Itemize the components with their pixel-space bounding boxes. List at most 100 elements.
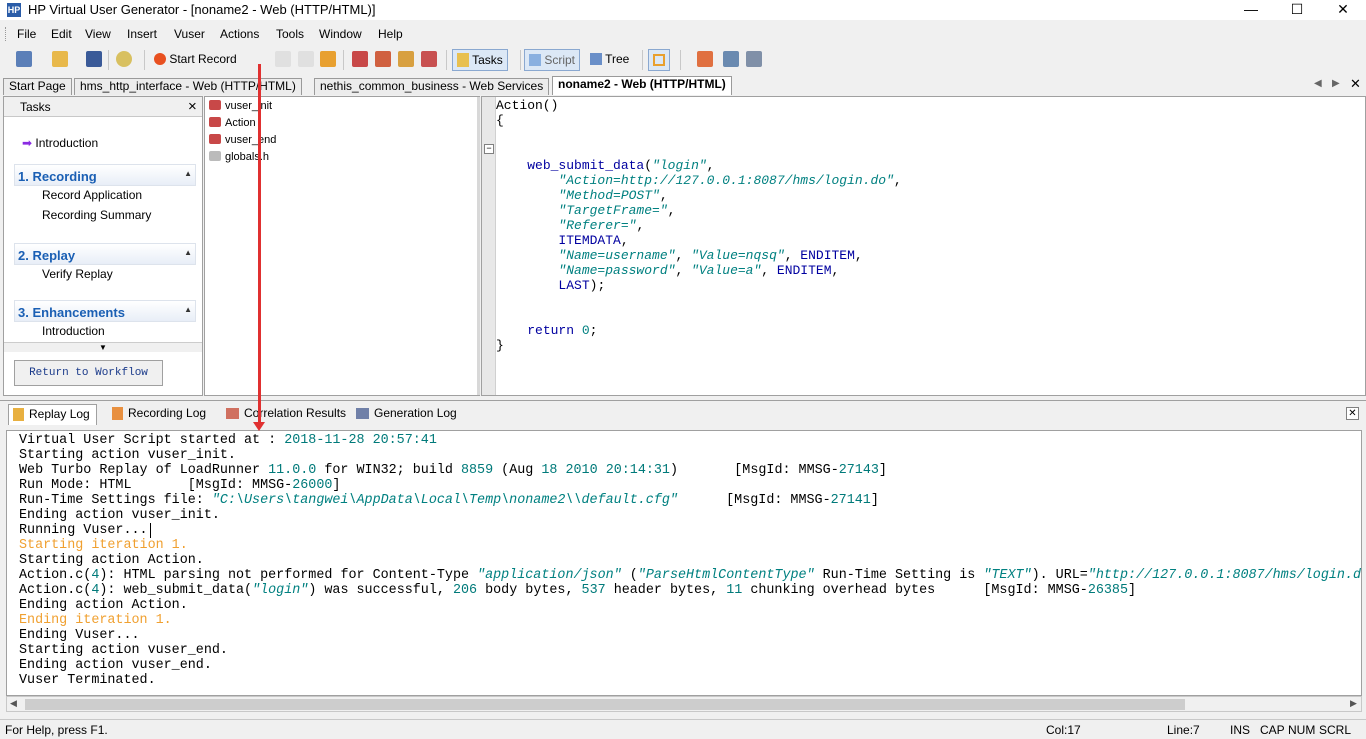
collapse-icon: ▲ (184, 305, 192, 314)
tasks-scroll-down-icon[interactable]: ▼ (4, 342, 202, 352)
menu-grip (5, 27, 8, 41)
annotation-arrow (258, 64, 261, 426)
task-verify-replay[interactable]: Verify Replay (14, 265, 196, 285)
stop-icon[interactable] (275, 51, 291, 67)
task-record-application[interactable]: Record Application (14, 186, 196, 206)
compare-icon[interactable] (697, 51, 713, 67)
close-button[interactable]: ✕ (1320, 0, 1366, 20)
tasks-label: Tasks (472, 53, 503, 67)
menu-actions[interactable]: Actions (220, 27, 259, 41)
status-scrl: SCRL (1319, 723, 1352, 737)
annotation-arrowhead-icon (253, 422, 265, 431)
search-icon[interactable] (116, 51, 132, 67)
menu-insert[interactable]: Insert (127, 27, 157, 41)
script-view-button[interactable]: Script (524, 49, 581, 71)
tab-recording-log[interactable]: Recording Log (108, 404, 212, 425)
toolbar-separator (144, 50, 145, 70)
task-section-recording: 1. Recording ▲ Record Application Recordi… (14, 164, 196, 226)
new-script-icon[interactable] (16, 51, 32, 67)
tab-replay-log[interactable]: Replay Log (8, 404, 97, 425)
fold-toggle-icon[interactable]: − (484, 144, 494, 154)
menu-help[interactable]: Help (378, 27, 403, 41)
task-section-replay: 2. Replay ▲ Verify Replay (14, 243, 196, 285)
generation-icon (356, 408, 369, 419)
tree-item-vuser-end[interactable]: vuser_end (209, 132, 276, 149)
status-help: For Help, press F1. (5, 723, 108, 737)
tab-generation-log[interactable]: Generation Log (352, 404, 463, 425)
task-section-header[interactable]: 1. Recording ▲ (14, 164, 196, 186)
tab-correlation-results[interactable]: Correlation Results (222, 404, 352, 425)
task-section-header[interactable]: 3. Enhancements ▲ (14, 300, 196, 322)
task-enhancements-introduction[interactable]: Introduction (14, 322, 196, 342)
tab-nethis-common-business[interactable]: nethis_common_business - Web Services (314, 78, 550, 95)
menu-view[interactable]: View (85, 27, 111, 41)
action-icon (209, 134, 221, 144)
return-to-workflow-button[interactable]: Return to Workflow (14, 360, 163, 386)
scrollbar-thumb[interactable] (25, 699, 1185, 710)
step-icon[interactable] (320, 51, 336, 67)
toolbar-separator (108, 50, 109, 70)
replay-log-output[interactable]: Virtual User Script started at : 2018-11… (6, 430, 1362, 696)
toolbar: Start Record Tasks Script Tree (0, 46, 1366, 110)
start-record-button[interactable]: Start Record (150, 49, 241, 71)
script-tree: vuser_init Action vuser_end globals.h (204, 96, 480, 396)
tasks-pane: Tasks × ➡ Introduction 1. Recording ▲ Rec… (3, 96, 203, 396)
tab-start-page[interactable]: Start Page (3, 78, 72, 95)
status-cap: CAP (1260, 723, 1285, 737)
collapse-icon: ▲ (184, 248, 192, 257)
open-folder-icon[interactable] (52, 51, 68, 67)
action-icon (209, 117, 221, 127)
pause-icon[interactable] (298, 51, 314, 67)
status-num: NUM (1288, 723, 1316, 737)
menu-vuser[interactable]: Vuser (174, 27, 205, 41)
menu-window[interactable]: Window (319, 27, 362, 41)
scroll-right-icon[interactable]: ▶ (1350, 698, 1357, 709)
insert-step-icon[interactable] (375, 51, 391, 67)
pane-splitter[interactable] (477, 97, 480, 395)
task-section-header[interactable]: 2. Replay ▲ (14, 243, 196, 265)
tab-close-icon[interactable]: ✕ (1350, 76, 1361, 92)
tab-scroll-left-icon[interactable]: ◀ (1314, 78, 1322, 89)
output-window-button[interactable] (648, 49, 670, 71)
editor-gutter (482, 97, 496, 395)
maximize-button[interactable]: ☐ (1274, 0, 1320, 20)
tree-icon (590, 53, 602, 65)
transaction-icon[interactable] (398, 51, 414, 67)
run-time-settings-icon[interactable] (352, 51, 368, 67)
task-introduction[interactable]: ➡ Introduction (22, 136, 98, 150)
save-icon[interactable] (86, 51, 102, 67)
tasks-close-icon[interactable]: × (188, 98, 197, 115)
tasks-button[interactable]: Tasks (452, 49, 508, 71)
menu-tools[interactable]: Tools (276, 27, 304, 41)
menu-edit[interactable]: Edit (51, 27, 72, 41)
status-column: Col:17 (1046, 723, 1081, 737)
log-icon (13, 408, 24, 421)
minimize-button[interactable]: — (1228, 0, 1274, 20)
tree-view-button[interactable]: Tree (586, 49, 633, 71)
tree-label: Tree (605, 52, 630, 66)
output-close-icon[interactable]: ✕ (1346, 407, 1359, 420)
app-logo-icon: HP (7, 3, 21, 17)
tasks-icon (457, 53, 469, 67)
snapshot-icon[interactable] (723, 51, 739, 67)
rendezvous-icon[interactable] (421, 51, 437, 67)
text-cursor (149, 523, 151, 538)
output-icon (653, 54, 665, 66)
tab-hms-http-interface[interactable]: hms_http_interface - Web (HTTP/HTML) (74, 78, 302, 95)
collapse-icon: ▲ (184, 169, 192, 178)
log-horizontal-scrollbar[interactable]: ◀ ▶ (6, 696, 1362, 712)
tree-item-action[interactable]: Action (209, 115, 256, 132)
script-editor[interactable]: − Action() { web_submit_data("login", "A… (481, 96, 1366, 396)
scroll-left-icon[interactable]: ◀ (10, 698, 17, 709)
tree-item-vuser-init[interactable]: vuser_init (209, 98, 272, 115)
tab-noname2[interactable]: noname2 - Web (HTTP/HTML) (552, 76, 732, 95)
tab-scroll-right-icon[interactable]: ▶ (1332, 78, 1340, 89)
toolbar-separator (446, 50, 447, 70)
status-ins: INS (1230, 723, 1251, 737)
toolbar-separator (343, 50, 344, 70)
menu-file[interactable]: File (17, 27, 36, 41)
task-recording-summary[interactable]: Recording Summary (14, 206, 196, 226)
log-icon (112, 407, 123, 420)
copy-icon[interactable] (746, 51, 762, 67)
toolbar-separator (680, 50, 681, 70)
